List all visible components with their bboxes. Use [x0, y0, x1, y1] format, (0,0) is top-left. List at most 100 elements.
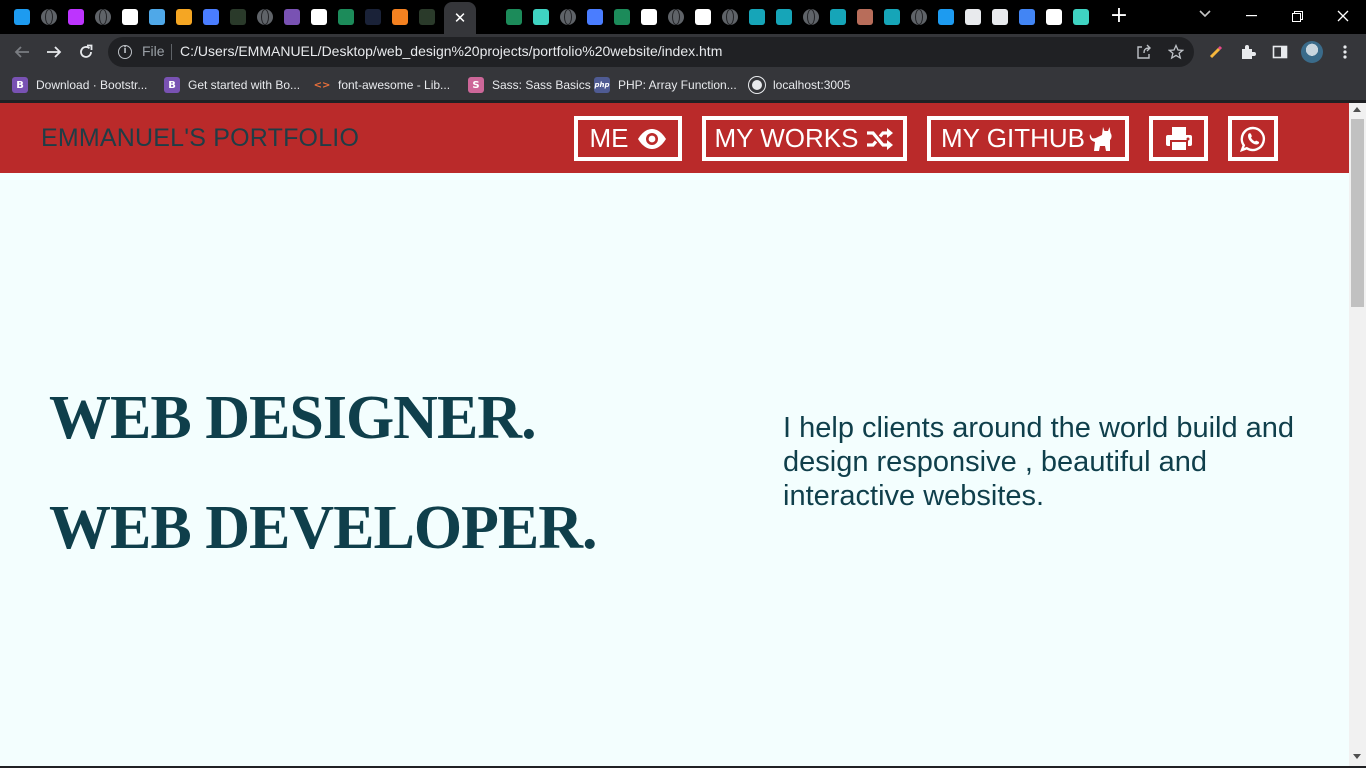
- browser-tab-after-10[interactable]: [745, 5, 769, 29]
- github-cat-icon: [1087, 125, 1115, 153]
- forward-button[interactable]: [40, 38, 68, 66]
- tab-search-icon[interactable]: [1196, 7, 1214, 25]
- side-panel-icon[interactable]: [1268, 40, 1292, 64]
- browser-tab-after-4[interactable]: [583, 5, 607, 29]
- browser-tab-after-14[interactable]: [853, 5, 877, 29]
- print-icon: [1165, 126, 1193, 152]
- php-icon: php: [594, 77, 610, 93]
- bookmark-star-icon[interactable]: [1166, 42, 1186, 62]
- browser-tab-13[interactable]: [334, 5, 358, 29]
- webflow-icon: [614, 9, 630, 25]
- extensions-icon[interactable]: [1236, 40, 1260, 64]
- profile-avatar[interactable]: [1301, 41, 1323, 63]
- browser-tab-2[interactable]: [37, 5, 61, 29]
- medium-icon: [1046, 9, 1062, 25]
- page-scrollbar[interactable]: [1349, 103, 1366, 766]
- bookmark-item[interactable]: <> font-awesome - Lib...: [314, 75, 450, 95]
- browser-toolbar: i File C:/Users/EMMANUEL/Desktop/web_des…: [0, 34, 1366, 70]
- browser-tab-14[interactable]: [361, 5, 385, 29]
- browser-tab-after-15[interactable]: [880, 5, 904, 29]
- browser-tab-after-17[interactable]: [934, 5, 958, 29]
- address-bar[interactable]: i File C:/Users/EMMANUEL/Desktop/web_des…: [108, 37, 1194, 67]
- puzzle-icon: [695, 9, 711, 25]
- doc-icon: [965, 9, 981, 25]
- dark-app-icon: [419, 9, 435, 25]
- browser-tab-after-9[interactable]: [718, 5, 742, 29]
- browser-tab-after-16[interactable]: [907, 5, 931, 29]
- browser-tab-after-13[interactable]: [826, 5, 850, 29]
- browser-tab-1[interactable]: [10, 5, 34, 29]
- browser-tab-after-7[interactable]: [664, 5, 688, 29]
- browser-tab-after-11[interactable]: [772, 5, 796, 29]
- chakra-icon: [1073, 9, 1089, 25]
- photo-icon: [857, 9, 873, 25]
- browser-tab-after-5[interactable]: [610, 5, 634, 29]
- site-info-icon[interactable]: i: [118, 45, 132, 59]
- bookmark-item[interactable]: S Sass: Sass Basics: [468, 75, 591, 95]
- reload-button[interactable]: [72, 38, 100, 66]
- browser-tab-after-20[interactable]: [1015, 5, 1039, 29]
- bookmark-item[interactable]: localhost:3005: [749, 75, 850, 95]
- dark-app-icon: [230, 9, 246, 25]
- browser-tab-5[interactable]: [118, 5, 142, 29]
- browser-menu-icon[interactable]: [1333, 40, 1357, 64]
- browser-tab-after-2[interactable]: [529, 5, 553, 29]
- nav-print-button[interactable]: [1149, 116, 1208, 161]
- bookmark-label: Get started with Bo...: [188, 78, 301, 92]
- browser-tab-16[interactable]: [415, 5, 439, 29]
- browser-tab-after-8[interactable]: [691, 5, 715, 29]
- color-picker-extension-icon[interactable]: [1204, 40, 1228, 64]
- browser-tab-4[interactable]: [91, 5, 115, 29]
- bookmark-label: PHP: Array Function...: [618, 78, 737, 92]
- nav-whatsapp-link[interactable]: [1228, 116, 1278, 161]
- share-icon[interactable]: [1134, 42, 1154, 62]
- new-tab-button[interactable]: +: [1108, 5, 1130, 28]
- close-tab-icon[interactable]: ✕: [454, 9, 467, 27]
- nav-me-link[interactable]: ME: [574, 116, 682, 161]
- bookmark-item[interactable]: php PHP: Array Function...: [594, 75, 737, 95]
- browser-tab-10[interactable]: [253, 5, 277, 29]
- browser-tab-11[interactable]: [280, 5, 304, 29]
- browser-tab-after-18[interactable]: [961, 5, 985, 29]
- close-window-button[interactable]: [1320, 0, 1366, 32]
- browser-tab-6[interactable]: [145, 5, 169, 29]
- globe-icon: [668, 9, 684, 25]
- tab-strip: ✕ +: [0, 0, 1366, 34]
- browser-tab-after-19[interactable]: [988, 5, 1012, 29]
- globe-icon: [41, 9, 57, 25]
- browser-tab-after-6[interactable]: [637, 5, 661, 29]
- active-tab[interactable]: ✕: [444, 2, 476, 34]
- site-brand[interactable]: EMMANUEL'S PORTFOLIO: [41, 124, 359, 153]
- nav-me-label: ME: [589, 123, 629, 153]
- back-button[interactable]: [8, 38, 36, 66]
- upload-icon: [149, 9, 165, 25]
- nav-my-github-label: MY GITHUB: [941, 123, 1085, 153]
- browser-tab-7[interactable]: [172, 5, 196, 29]
- browser-tab-after-22[interactable]: [1069, 5, 1093, 29]
- browser-tab-after-1[interactable]: [502, 5, 526, 29]
- diamond-icon: [776, 9, 792, 25]
- scroll-up-arrow-icon[interactable]: [1353, 107, 1361, 112]
- browser-tab-3[interactable]: [64, 5, 88, 29]
- nav-my-github-link[interactable]: MY GITHUB: [927, 116, 1129, 161]
- browser-tab-after-12[interactable]: [799, 5, 823, 29]
- scroll-down-arrow-icon[interactable]: [1353, 754, 1361, 759]
- browser-tab-12[interactable]: [307, 5, 331, 29]
- flag-icon: [587, 9, 603, 25]
- browser-tab-after-3[interactable]: [556, 5, 580, 29]
- browser-tab-8[interactable]: [199, 5, 223, 29]
- browser-tab-after-21[interactable]: [1042, 5, 1066, 29]
- bookmark-item[interactable]: B Get started with Bo...: [164, 75, 300, 95]
- minimize-button[interactable]: [1228, 0, 1274, 32]
- browser-tab-15[interactable]: [388, 5, 412, 29]
- whatsapp-icon: [1240, 126, 1266, 152]
- flag-icon: [203, 9, 219, 25]
- nav-my-works-link[interactable]: MY WORKS: [702, 116, 907, 161]
- restore-button[interactable]: [1274, 0, 1320, 32]
- url-text[interactable]: C:/Users/EMMANUEL/Desktop/web_design%20p…: [180, 43, 722, 59]
- scroll-thumb[interactable]: [1351, 119, 1364, 307]
- browser-tab-9[interactable]: [226, 5, 250, 29]
- bookmark-item[interactable]: B Download · Bootstr...: [12, 75, 147, 95]
- globe-icon: [257, 9, 273, 25]
- site-navbar: EMMANUEL'S PORTFOLIO ME MY WORKS MY GITH…: [0, 103, 1349, 173]
